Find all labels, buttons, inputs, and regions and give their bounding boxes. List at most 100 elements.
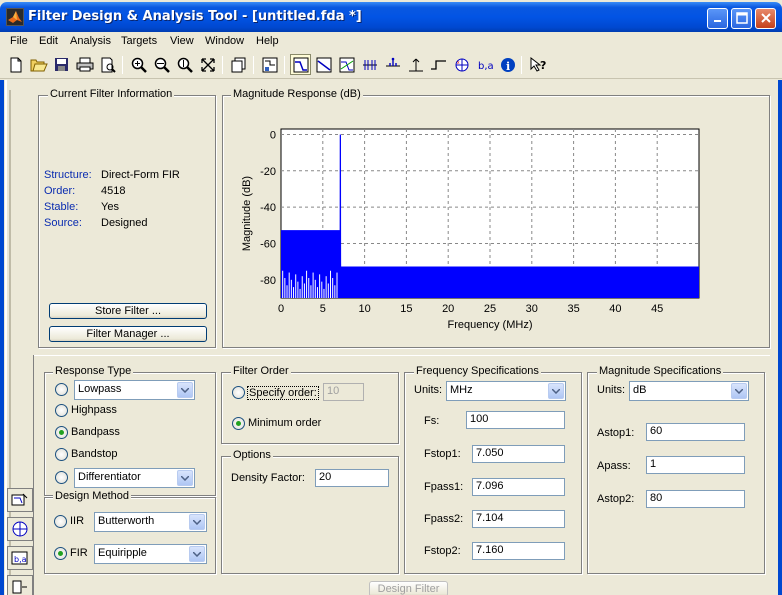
whats-this-icon[interactable]: ? — [528, 54, 549, 75]
zoom-y-icon[interactable] — [174, 54, 195, 75]
close-button[interactable] — [755, 8, 776, 29]
bandpass-radio[interactable] — [55, 426, 68, 439]
bandstop-radio[interactable] — [55, 448, 68, 461]
magnitude-response-icon[interactable] — [290, 54, 311, 75]
full-view-icon[interactable] — [197, 54, 218, 75]
chevron-down-icon — [548, 383, 564, 399]
highpass-radio[interactable] — [55, 404, 68, 417]
mag-units-value: dB — [633, 384, 647, 396]
step-response-icon[interactable] — [405, 54, 426, 75]
store-filter-button[interactable]: Store Filter ... — [49, 303, 207, 319]
zoom-x-icon[interactable] — [151, 54, 172, 75]
fstop1-input[interactable]: 7.050 — [472, 445, 565, 463]
print-preview-icon[interactable] — [97, 54, 118, 75]
specify-order-label[interactable]: Specify order: — [247, 386, 319, 400]
menu-file[interactable]: File — [10, 35, 28, 47]
save-icon[interactable] — [51, 54, 72, 75]
zoom-in-icon[interactable] — [128, 54, 149, 75]
x-tick-label: 5 — [320, 303, 326, 315]
realize-model-icon[interactable] — [7, 575, 33, 595]
window-border — [778, 80, 782, 595]
menu-help[interactable]: Help — [256, 35, 279, 47]
fpass2-input[interactable]: 7.104 — [472, 510, 565, 528]
panel-divider — [33, 355, 34, 595]
filter-manager-button[interactable]: Filter Manager ... — [49, 326, 207, 342]
menu-edit[interactable]: Edit — [39, 35, 58, 47]
density-factor-input[interactable]: 20 — [315, 469, 389, 487]
import-filter-icon[interactable]: b,a — [7, 546, 33, 570]
iir-method-select[interactable]: Butterworth — [94, 512, 207, 532]
lowpass-radio[interactable] — [55, 383, 68, 396]
bandstop-label[interactable]: Bandstop — [71, 448, 117, 460]
svg-text:?: ? — [540, 59, 546, 72]
matlab-logo-icon[interactable] — [6, 8, 24, 26]
new-file-icon[interactable] — [5, 54, 26, 75]
phase-response-icon[interactable] — [313, 54, 334, 75]
maximize-button[interactable] — [731, 8, 752, 29]
minimize-button[interactable] — [707, 8, 728, 29]
chevron-down-icon — [177, 382, 193, 398]
magnitude-response-title: Magnitude Response (dB) — [231, 88, 363, 100]
x-tick-label: 30 — [526, 303, 538, 315]
highpass-label[interactable]: Highpass — [71, 404, 117, 416]
info-icon[interactable]: i — [497, 54, 518, 75]
differentiator-select[interactable]: Differentiator — [74, 468, 195, 488]
panel-divider — [33, 355, 770, 356]
minimum-order-radio[interactable] — [232, 417, 245, 430]
menu-bar — [0, 32, 782, 51]
astop1-input[interactable]: 60 — [646, 423, 745, 441]
fir-method-select[interactable]: Equiripple — [94, 544, 207, 564]
coefficients-icon[interactable]: b,a — [474, 54, 495, 75]
fs-input[interactable]: 100 — [466, 411, 565, 429]
menu-window[interactable]: Window — [205, 35, 244, 47]
coefficients-icon[interactable]: x — [451, 54, 472, 75]
mag-units-select[interactable]: dB — [629, 381, 749, 401]
svg-text:b,a: b,a — [14, 555, 27, 564]
design-filter-button[interactable]: Design Filter — [369, 581, 448, 595]
group-delay-icon[interactable] — [359, 54, 380, 75]
structure-label: Structure: — [44, 169, 92, 181]
filter-designer-icon[interactable] — [259, 54, 280, 75]
order-value: 4518 — [101, 185, 126, 197]
specify-order-radio[interactable] — [232, 386, 245, 399]
x-tick-label: 0 — [278, 303, 284, 315]
astop2-input[interactable]: 80 — [646, 490, 745, 508]
print-icon[interactable] — [74, 54, 95, 75]
chevron-down-icon — [189, 514, 205, 530]
differentiator-select-value: Differentiator — [78, 471, 141, 483]
fir-radio[interactable] — [54, 547, 67, 560]
fpass1-input[interactable]: 7.096 — [472, 478, 565, 496]
magnitude-specs-title: Magnitude Specifications — [597, 365, 724, 377]
svg-text:i: i — [506, 60, 510, 73]
impulse-response-icon[interactable] — [382, 54, 403, 75]
structure-value: Direct-Form FIR — [101, 169, 180, 181]
fstop2-input[interactable]: 7.160 — [472, 542, 565, 560]
pole-zero-icon[interactable] — [428, 54, 449, 75]
specify-order-input[interactable]: 10 — [323, 383, 364, 401]
magnitude-plot[interactable]: 0 5 10 15 20 25 30 35 40 45 0 -20 -40 -60 -80 Frequency… — [228, 120, 768, 335]
open-folder-icon[interactable] — [28, 54, 49, 75]
pole-zero-editor-icon[interactable] — [7, 517, 33, 541]
y-tick-label: -20 — [260, 166, 276, 178]
minimum-order-label[interactable]: Minimum order — [248, 417, 321, 429]
mag-units-label: Units: — [597, 384, 626, 396]
source-value: Designed — [101, 217, 148, 229]
iir-label[interactable]: IIR — [70, 515, 84, 527]
apass-input[interactable]: 1 — [646, 456, 745, 474]
lowpass-select[interactable]: Lowpass — [74, 380, 195, 400]
frequency-specs-title: Frequency Specifications — [414, 365, 541, 377]
x-tick-label: 10 — [358, 303, 370, 315]
density-factor-label: Density Factor: — [231, 472, 305, 484]
mag-phase-icon[interactable] — [336, 54, 357, 75]
menu-view[interactable]: View — [170, 35, 194, 47]
fir-label[interactable]: FIR — [70, 547, 88, 559]
freq-units-select[interactable]: MHz — [446, 381, 566, 401]
iir-radio[interactable] — [54, 515, 67, 528]
bandpass-label[interactable]: Bandpass — [71, 426, 120, 438]
differentiator-radio[interactable] — [55, 471, 68, 484]
new-window-icon[interactable] — [228, 54, 249, 75]
transform-filter-icon[interactable] — [7, 488, 33, 512]
window-border — [0, 80, 4, 595]
menu-targets[interactable]: Targets — [121, 35, 157, 47]
menu-analysis[interactable]: Analysis — [70, 35, 111, 47]
